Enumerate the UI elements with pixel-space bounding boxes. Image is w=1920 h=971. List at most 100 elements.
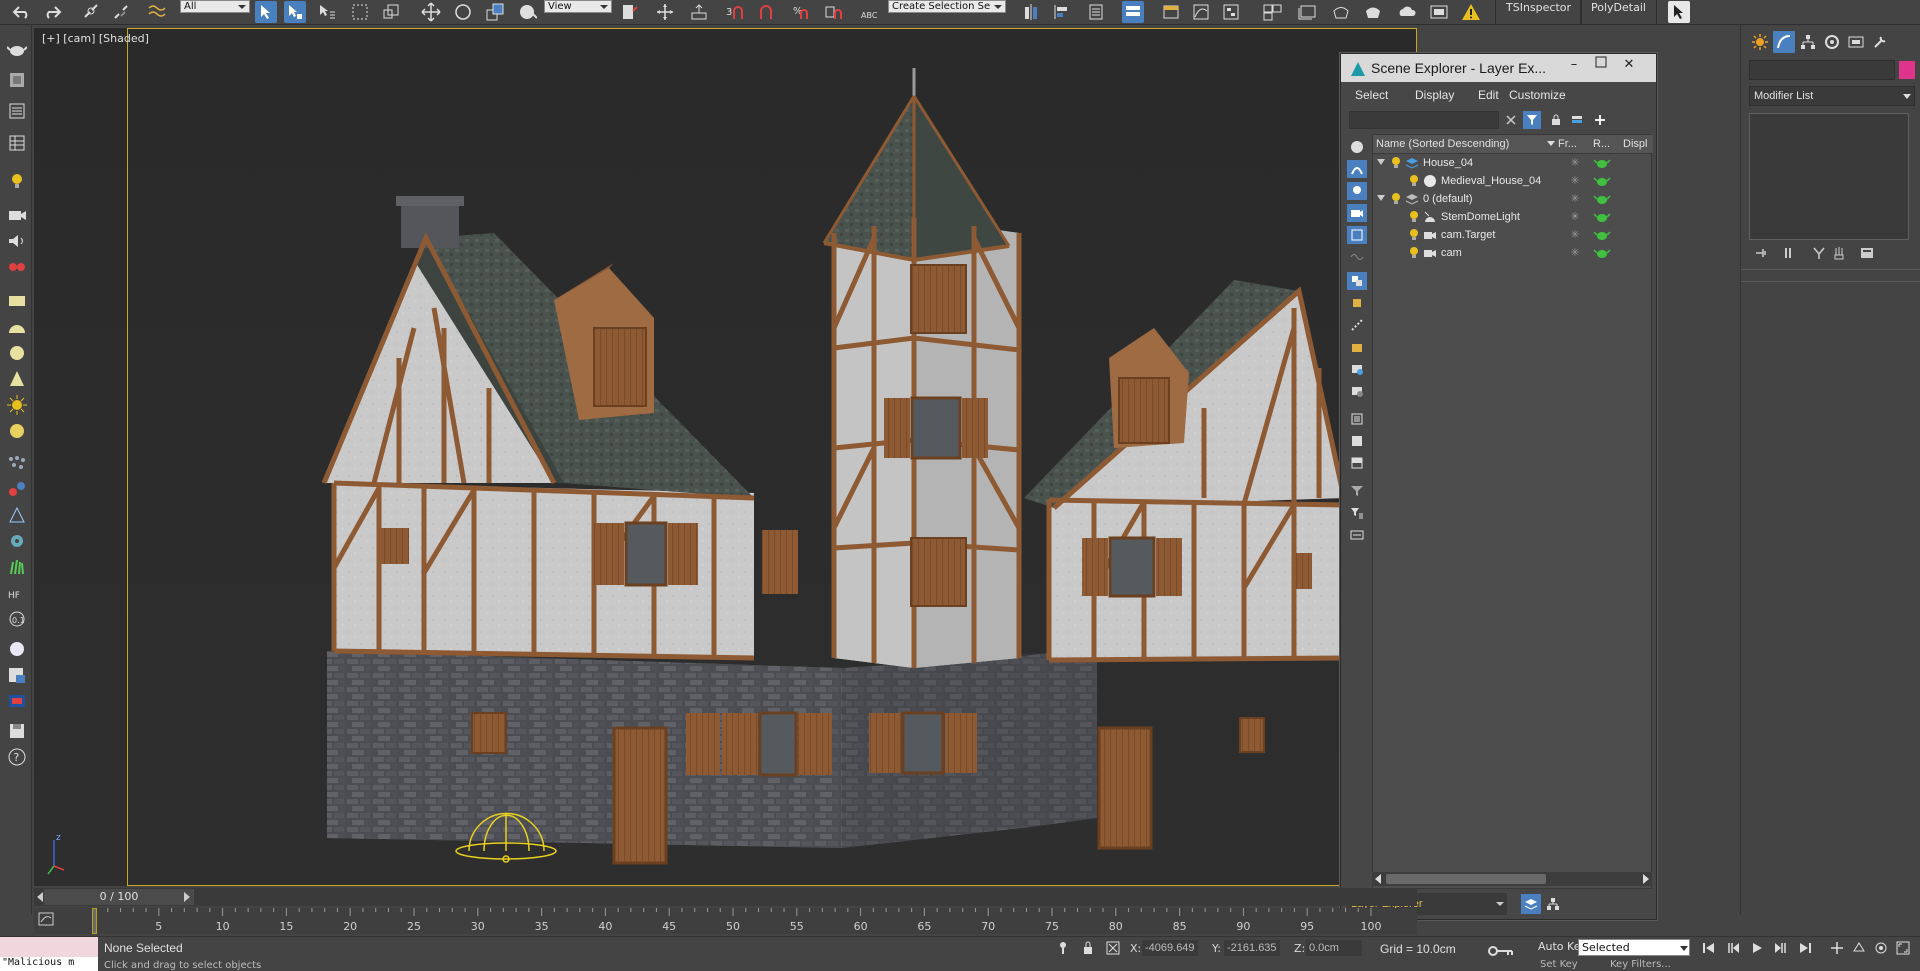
walk-through-icon[interactable] [1850, 940, 1868, 956]
freeze-toggle-icon[interactable]: ✳ [1566, 174, 1584, 187]
angle-snap-icon[interactable] [756, 1, 778, 23]
selection-region-icon[interactable] [316, 1, 338, 23]
toggle-layer-explorer-icon[interactable] [1122, 1, 1144, 23]
tree-row-layer[interactable]: 0 (default) ✳ [1373, 190, 1651, 208]
rectangular-region-icon[interactable] [349, 1, 371, 23]
display-hidden-icon[interactable] [1347, 382, 1367, 400]
scrollbar-thumb[interactable] [1386, 874, 1546, 884]
named-selection-set-dropdown[interactable]: Create Selection Se [888, 0, 1006, 13]
filter-icon[interactable] [1523, 111, 1541, 129]
lock-icon[interactable] [1547, 111, 1565, 129]
select-invert-icon[interactable] [1347, 454, 1367, 472]
light-bulb-toggle-icon[interactable] [1391, 192, 1401, 209]
horizontal-scrollbar[interactable] [1372, 872, 1652, 886]
utility-icon[interactable]: 0.1 [6, 609, 28, 629]
mirror-icon[interactable] [1020, 1, 1042, 23]
selection-lock-icon[interactable] [1082, 941, 1094, 958]
display-shapes-icon[interactable] [1347, 160, 1367, 178]
go-to-end-icon[interactable] [1796, 940, 1814, 956]
menu-edit[interactable]: Edit [1478, 88, 1499, 102]
z-coordinate-input[interactable]: 0.0cm [1306, 940, 1362, 956]
material-editor-icon[interactable] [1262, 1, 1284, 23]
orbit-icon[interactable] [1872, 940, 1890, 956]
freeze-toggle-icon[interactable]: ✳ [1566, 192, 1584, 205]
next-frame-button-icon[interactable] [1772, 940, 1790, 956]
filter-list-icon[interactable] [1347, 504, 1367, 522]
display-tab-icon[interactable] [1845, 31, 1867, 53]
camera-tool-icon[interactable] [6, 205, 28, 225]
absolute-mode-icon[interactable] [1106, 941, 1120, 958]
show-end-result-icon[interactable] [1779, 244, 1799, 262]
warning-icon[interactable] [1460, 1, 1482, 23]
scene-explorer-search-input[interactable] [1349, 111, 1499, 129]
x-coordinate-input[interactable]: -4069.649 [1142, 940, 1198, 956]
render-output-icon[interactable] [6, 691, 28, 711]
pivot-center-icon[interactable] [618, 1, 640, 23]
display-helpers-icon[interactable] [1347, 226, 1367, 244]
y-coordinate-input[interactable]: -2161.635 [1224, 940, 1280, 956]
sort-by-layer-icon[interactable] [1521, 894, 1541, 914]
layer-settings-icon[interactable] [1569, 111, 1587, 129]
tsinspector-button[interactable]: TSInspector [1495, 0, 1583, 24]
render-setup-icon[interactable] [1296, 1, 1318, 23]
funnel-icon[interactable] [1347, 482, 1367, 500]
hierarchy-tab-icon[interactable] [1797, 31, 1819, 53]
motion-tab-icon[interactable] [1821, 31, 1843, 53]
light-bulb-toggle-icon[interactable] [1409, 228, 1419, 245]
display-groups-icon[interactable] [1347, 272, 1367, 290]
modifier-list-dropdown[interactable]: Modifier List [1749, 86, 1915, 106]
place-icon[interactable] [516, 1, 538, 23]
maxscript-listener[interactable]: "Malicious m [0, 937, 98, 971]
undo-icon[interactable] [10, 1, 32, 23]
time-slider[interactable]: 0 / 100 [34, 888, 1417, 906]
teapot-icon[interactable] [6, 39, 28, 59]
object-name-input[interactable] [1749, 60, 1895, 80]
go-to-start-icon[interactable] [1700, 940, 1718, 956]
audio-icon[interactable] [6, 231, 28, 251]
help-icon[interactable]: ? [6, 747, 28, 767]
previous-frame-icon[interactable] [1724, 940, 1742, 956]
polydetail-button[interactable]: PolyDetail [1580, 0, 1657, 24]
edit-named-selection-icon[interactable]: ABC [858, 1, 880, 23]
sort-by-hierarchy-icon[interactable] [1543, 894, 1563, 914]
grid-panel-icon[interactable] [6, 133, 28, 153]
column-name[interactable]: Name (Sorted Descending) [1376, 138, 1546, 150]
sphere-icon[interactable] [6, 343, 28, 363]
utilities-tab-icon[interactable] [1869, 31, 1891, 53]
prev-frame-icon[interactable] [37, 892, 43, 902]
reference-coordinate-dropdown[interactable]: View [544, 0, 612, 13]
menu-select[interactable]: Select [1355, 88, 1388, 102]
renderable-teapot-icon[interactable] [1593, 191, 1611, 207]
viewport-label[interactable]: [+] [cam] [Shaded] [42, 32, 149, 45]
menu-display[interactable]: Display [1415, 88, 1454, 102]
display-lights-icon[interactable] [1347, 182, 1367, 200]
curve-editor-icon[interactable] [1190, 1, 1212, 23]
object-color-swatch[interactable] [1899, 61, 1915, 79]
time-slider-thumb[interactable]: 0 / 100 [44, 889, 194, 905]
sun-icon[interactable] [6, 395, 28, 415]
toggle-scene-explorer-icon[interactable] [1085, 1, 1107, 23]
renderable-teapot-icon[interactable] [1593, 173, 1611, 189]
shaded-sphere-icon[interactable] [6, 639, 28, 659]
move-icon[interactable] [420, 1, 442, 23]
rotate-icon[interactable] [452, 1, 474, 23]
remove-modifier-icon[interactable] [1829, 244, 1849, 262]
renderable-teapot-icon[interactable] [1593, 209, 1611, 225]
select-all-icon[interactable] [1347, 410, 1367, 428]
save-icon[interactable] [6, 721, 28, 741]
redo-icon[interactable] [42, 1, 64, 23]
close-button[interactable]: ✕ [1618, 56, 1640, 76]
maximize-button[interactable] [1590, 56, 1612, 76]
select-none-icon[interactable] [1347, 432, 1367, 450]
snaps-toggle-icon[interactable]: 3 [724, 1, 746, 23]
freeze-toggle-icon[interactable]: ✳ [1566, 228, 1584, 241]
selection-filter-dropdown[interactable]: All [180, 0, 250, 13]
scroll-left-icon[interactable] [1375, 874, 1381, 884]
scale-icon[interactable] [484, 1, 506, 23]
column-frozen[interactable]: Fr... [1558, 138, 1588, 150]
pointer-mode-icon[interactable] [1668, 1, 1690, 23]
ribbon-toggle-icon[interactable] [1160, 1, 1182, 23]
expand-arrow-icon[interactable] [1377, 195, 1385, 201]
light-bulb-toggle-icon[interactable] [1409, 210, 1419, 227]
hair-icon[interactable] [6, 557, 28, 577]
